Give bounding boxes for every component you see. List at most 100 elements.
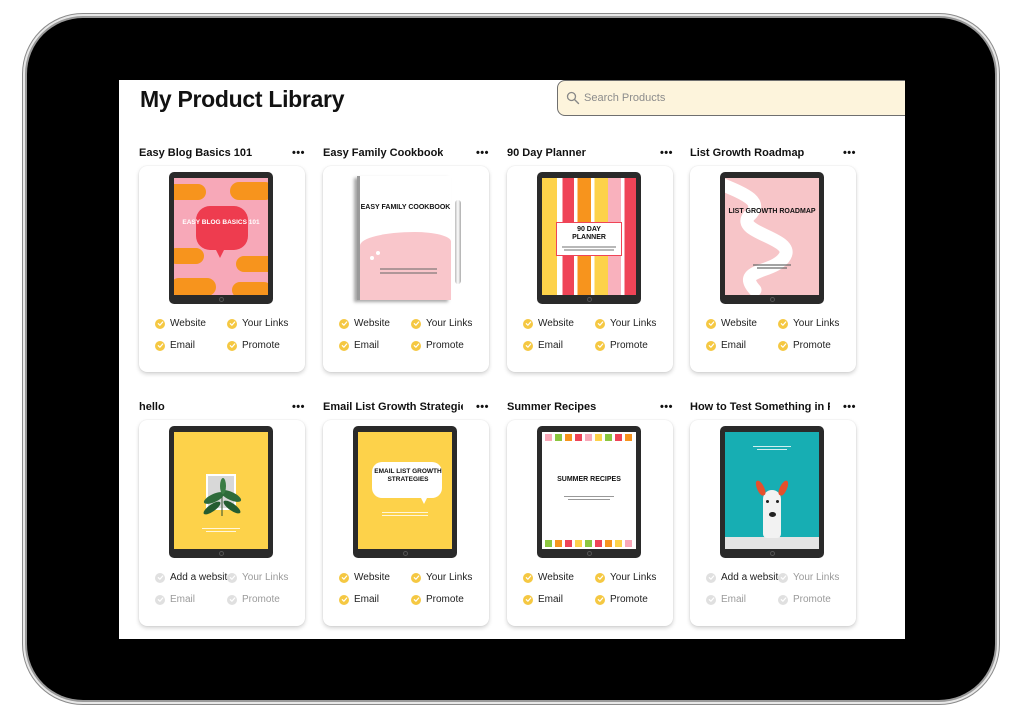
product-cover-image[interactable]: EASY FAMILY COOKBOOK (353, 172, 461, 304)
checklist-item-website[interactable]: Website (523, 572, 595, 583)
checklist-item-promote[interactable]: Promote (227, 340, 305, 351)
checklist-item-website[interactable]: Website (339, 572, 411, 583)
checklist-item-promote[interactable]: Promote (778, 340, 856, 351)
checklist-label: Email (354, 594, 380, 605)
empty-check-circle-icon (706, 572, 716, 583)
product-title[interactable]: Summer Recipes (507, 401, 596, 413)
more-options-icon[interactable]: ••• (660, 147, 675, 159)
check-circle-icon (339, 572, 349, 583)
card-header: List Growth Roadmap ••• (690, 144, 858, 162)
product-title[interactable]: List Growth Roadmap (690, 147, 804, 159)
checklist-item-email[interactable]: Email (339, 340, 411, 351)
more-options-icon[interactable]: ••• (660, 401, 675, 413)
product-card-body[interactable]: Add a website Your Links Email Promote (139, 420, 305, 626)
product-cover-image[interactable]: LIST GROWTH ROADMAP (720, 172, 824, 304)
product-cover-image[interactable] (720, 426, 824, 558)
checklist-item-your-links[interactable]: Your Links (227, 572, 305, 583)
checklist-label: Email (721, 594, 747, 605)
checklist-item-your-links[interactable]: Your Links (411, 318, 489, 329)
checklist-item-promote[interactable]: Promote (595, 594, 673, 605)
checklist-item-promote[interactable]: Promote (411, 340, 489, 351)
check-circle-icon (595, 572, 605, 583)
product-title[interactable]: 90 Day Planner (507, 147, 586, 159)
product-title[interactable]: hello (139, 401, 165, 413)
checklist-label: Email (354, 340, 380, 351)
checklist-item-your-links[interactable]: Your Links (411, 572, 489, 583)
product-card-body[interactable]: Add a website Your Links Email Promote (690, 420, 856, 626)
checklist-item-email[interactable]: Email (706, 594, 778, 605)
product-card: 90 Day Planner ••• 90 DAY PLANNER Websit… (507, 144, 675, 372)
check-circle-icon (595, 318, 605, 329)
checklist-item-promote[interactable]: Promote (778, 594, 856, 605)
checklist-item-promote[interactable]: Promote (411, 594, 489, 605)
checklist-item-website[interactable]: Website (523, 318, 595, 329)
more-options-icon[interactable]: ••• (843, 147, 858, 159)
checklist-label: Promote (610, 340, 648, 351)
product-card-body[interactable]: EASY BLOG BASICS 101 Website Your Links … (139, 166, 305, 372)
check-circle-icon (523, 572, 533, 583)
product-card: Easy Family Cookbook ••• EASY FAMILY COO… (323, 144, 491, 372)
product-title[interactable]: Easy Family Cookbook (323, 147, 443, 159)
product-cover-image[interactable]: SUMMER RECIPES (537, 426, 641, 558)
cover-title: EMAIL LIST GROWTH STRATEGIES (374, 468, 442, 483)
checklist-item-website[interactable]: Website (339, 318, 411, 329)
checklist: Add a website Your Links Email Promote (155, 572, 305, 605)
product-card-body[interactable]: EASY FAMILY COOKBOOK Website Your Links … (323, 166, 489, 372)
checklist-label: Promote (242, 594, 280, 605)
checklist-item-email[interactable]: Email (155, 340, 227, 351)
checklist-label: Your Links (242, 318, 289, 329)
search-bar[interactable] (557, 80, 905, 116)
checklist-item-your-links[interactable]: Your Links (595, 572, 673, 583)
checklist-item-promote[interactable]: Promote (595, 340, 673, 351)
checklist-item-your-links[interactable]: Your Links (778, 318, 856, 329)
product-card: Summer Recipes ••• SUMMER RECIPES Websit… (507, 398, 675, 626)
product-cover-image[interactable] (169, 426, 273, 558)
product-title[interactable]: Easy Blog Basics 101 (139, 147, 252, 159)
checklist-item-your-links[interactable]: Your Links (595, 318, 673, 329)
product-cover-image[interactable]: 90 DAY PLANNER (537, 172, 641, 304)
checklist-item-email[interactable]: Email (523, 594, 595, 605)
checklist-item-email[interactable]: Email (523, 340, 595, 351)
checklist-item-website[interactable]: Website (706, 318, 778, 329)
product-card-body[interactable]: LIST GROWTH ROADMAP Website Your Links E… (690, 166, 856, 372)
more-options-icon[interactable]: ••• (843, 401, 858, 413)
more-options-icon[interactable]: ••• (476, 401, 491, 413)
checklist-item-promote[interactable]: Promote (227, 594, 305, 605)
check-circle-icon (706, 318, 716, 329)
checklist-item-add-a-website[interactable]: Add a website (155, 572, 233, 583)
product-card: List Growth Roadmap ••• LIST GROWTH ROAD… (690, 144, 858, 372)
checklist-label: Promote (610, 594, 648, 605)
product-card-body[interactable]: SUMMER RECIPES Website Your Links Email … (507, 420, 673, 626)
checklist-item-email[interactable]: Email (155, 594, 227, 605)
checklist-item-email[interactable]: Email (339, 594, 411, 605)
product-card-body[interactable]: EMAIL LIST GROWTH STRATEGIES Website You… (323, 420, 489, 626)
product-card: How to Test Something in P... ••• Add a … (690, 398, 858, 626)
checklist-label: Promote (793, 594, 831, 605)
check-circle-icon (778, 340, 788, 351)
checklist: Website Your Links Email Promote (523, 318, 673, 351)
card-header: hello ••• (139, 398, 307, 416)
empty-check-circle-icon (706, 594, 716, 605)
checklist-label: Website (538, 572, 574, 583)
more-options-icon[interactable]: ••• (476, 147, 491, 159)
checklist: Website Your Links Email Promote (523, 572, 673, 605)
product-title[interactable]: Email List Growth Strategies (323, 401, 463, 413)
checklist-item-email[interactable]: Email (706, 340, 778, 351)
checklist-item-your-links[interactable]: Your Links (778, 572, 856, 583)
product-cover-image[interactable]: EASY BLOG BASICS 101 (169, 172, 273, 304)
product-title[interactable]: How to Test Something in P... (690, 401, 830, 413)
check-circle-icon (155, 340, 165, 351)
checklist-item-add-a-website[interactable]: Add a website (706, 572, 784, 583)
product-card: Email List Growth Strategies ••• EMAIL L… (323, 398, 491, 626)
check-circle-icon (595, 594, 605, 605)
more-options-icon[interactable]: ••• (292, 401, 307, 413)
checklist-item-your-links[interactable]: Your Links (227, 318, 305, 329)
search-input[interactable] (584, 92, 884, 104)
checklist-item-website[interactable]: Website (155, 318, 227, 329)
product-card: Easy Blog Basics 101 ••• EASY BLOG BASIC… (139, 144, 307, 372)
product-cover-image[interactable]: EMAIL LIST GROWTH STRATEGIES (353, 426, 457, 558)
checklist-label: Your Links (242, 572, 289, 583)
more-options-icon[interactable]: ••• (292, 147, 307, 159)
product-card-body[interactable]: 90 DAY PLANNER Website Your Links Email … (507, 166, 673, 372)
checklist-label: Your Links (426, 318, 473, 329)
